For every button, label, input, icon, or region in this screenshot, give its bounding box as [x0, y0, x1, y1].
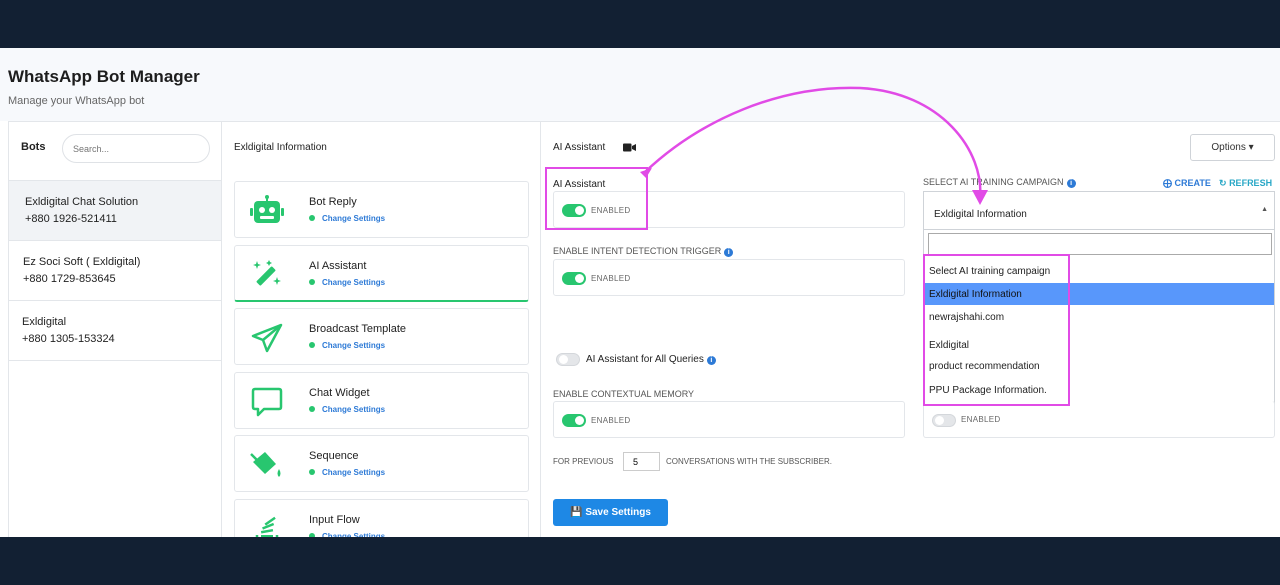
template-card-ai-assistant[interactable]: AI Assistant Change Settings	[234, 245, 529, 302]
template-name: Broadcast Template	[309, 323, 407, 335]
change-settings-link[interactable]: Change Settings	[309, 341, 385, 350]
template-name: Input Flow	[309, 514, 360, 526]
previous-count-input[interactable]	[623, 452, 660, 471]
contextual-memory-toggle[interactable]	[562, 414, 586, 427]
campaign-select[interactable]: Exldigital Information ▲	[923, 191, 1275, 229]
bot-name: Exldigital	[22, 316, 67, 328]
bots-panel: Bots Exldigital Chat Solution +880 1926-…	[8, 121, 222, 537]
contextual-memory-field: ENABLED	[553, 401, 905, 438]
plus-circle-icon: ⨁	[1163, 178, 1172, 188]
templates-title: Exldigital Information	[234, 142, 327, 153]
bot-item[interactable]: Exldigital +880 1305-153324	[9, 301, 221, 361]
video-camera-icon	[623, 143, 636, 152]
settings-title: AI Assistant	[553, 142, 606, 153]
bots-header: Bots	[9, 122, 221, 181]
intent-field: ENABLED	[553, 259, 905, 296]
bot-search-input[interactable]	[62, 134, 210, 163]
change-settings-link[interactable]: Change Settings	[309, 468, 385, 477]
for-previous-label: FOR PREVIOUS	[553, 457, 614, 466]
bot-name: Exldigital Chat Solution	[25, 196, 139, 208]
enabled-label: ENABLED	[591, 274, 631, 283]
change-settings-link[interactable]: Change Settings	[309, 214, 385, 223]
stack-icon	[255, 516, 279, 537]
contextual-memory-label: ENABLE CONTEXTUAL MEMORY	[553, 389, 695, 399]
create-link[interactable]: ⨁ CREATE	[1163, 178, 1211, 189]
change-settings-link[interactable]: Change Settings	[309, 532, 385, 537]
page-subtitle: Manage your WhatsApp bot	[8, 95, 145, 107]
bot-phone: +880 1305-153324	[22, 333, 115, 345]
save-settings-button[interactable]: 💾 Save Settings	[553, 499, 668, 526]
info-icon: i	[706, 356, 716, 365]
template-card-bot-reply[interactable]: Bot Reply Change Settings	[234, 181, 529, 238]
caret-up-icon: ▲	[1261, 206, 1268, 213]
enabled-label: ENABLED	[591, 416, 631, 425]
change-settings-link[interactable]: Change Settings	[309, 405, 385, 414]
campaign-label: SELECT AI TRAINING CAMPAIGN i	[923, 177, 1076, 188]
paper-plane-icon	[251, 323, 283, 353]
template-card-broadcast[interactable]: Broadcast Template Change Settings	[234, 308, 529, 365]
magic-wand-icon	[253, 260, 281, 286]
template-name: Bot Reply	[309, 196, 357, 208]
bot-item[interactable]: Ez Soci Soft ( Exldigital) +880 1729-853…	[9, 241, 221, 301]
bot-item[interactable]: Exldigital Chat Solution +880 1926-52141…	[9, 181, 221, 241]
robot-icon	[250, 195, 284, 223]
template-name: Chat Widget	[309, 387, 370, 399]
all-queries-toggle[interactable]	[556, 353, 580, 366]
info-icon: i	[724, 248, 734, 257]
intent-label: ENABLE INTENT DETECTION TRIGGER i	[553, 246, 734, 257]
bot-name: Ez Soci Soft ( Exldigital)	[23, 256, 141, 268]
info-icon: i	[1066, 179, 1076, 188]
template-name: AI Assistant	[309, 260, 367, 272]
enabled-label: ENABLED	[961, 415, 1001, 424]
bots-label: Bots	[21, 141, 46, 153]
save-icon: 💾	[570, 507, 583, 518]
right-toggle-field: ENABLED	[923, 401, 1275, 438]
paint-bucket-icon	[250, 452, 281, 477]
template-name: Sequence	[309, 450, 359, 462]
conversations-label: CONVERSATIONS WITH THE SUBSCRIBER.	[666, 457, 832, 466]
change-settings-link[interactable]: Change Settings	[309, 278, 385, 287]
refresh-icon: ↻	[1219, 178, 1227, 188]
annotation-highlight-options	[923, 254, 1070, 406]
right-toggle[interactable]	[932, 414, 956, 427]
all-queries-label: AI Assistant for All Queries i	[586, 354, 716, 365]
intent-toggle[interactable]	[562, 272, 586, 285]
campaign-selected-value: Exldigital Information	[934, 209, 1027, 220]
settings-panel: AI Assistant Options ▾ AI Assistant ENAB…	[541, 121, 1280, 537]
template-card-input-flow[interactable]: Input Flow Change Settings	[234, 499, 529, 537]
templates-panel: Exldigital Information Bot Reply Change …	[222, 121, 541, 537]
dropdown-search-input[interactable]	[928, 233, 1272, 255]
page-title: WhatsApp Bot Manager	[8, 67, 200, 86]
page-header: WhatsApp Bot Manager Manage your WhatsAp…	[0, 48, 1280, 121]
app-window: WhatsApp Bot Manager Manage your WhatsAp…	[0, 48, 1280, 537]
annotation-highlight-toggle	[545, 167, 648, 230]
template-card-sequence[interactable]: Sequence Change Settings	[234, 435, 529, 492]
bot-phone: +880 1926-521411	[25, 213, 117, 225]
bot-phone: +880 1729-853645	[23, 273, 116, 285]
template-card-chat-widget[interactable]: Chat Widget Change Settings	[234, 372, 529, 429]
chat-bubble-icon	[251, 387, 283, 417]
options-button[interactable]: Options ▾	[1190, 134, 1275, 161]
refresh-link[interactable]: ↻ REFRESH	[1219, 178, 1272, 189]
